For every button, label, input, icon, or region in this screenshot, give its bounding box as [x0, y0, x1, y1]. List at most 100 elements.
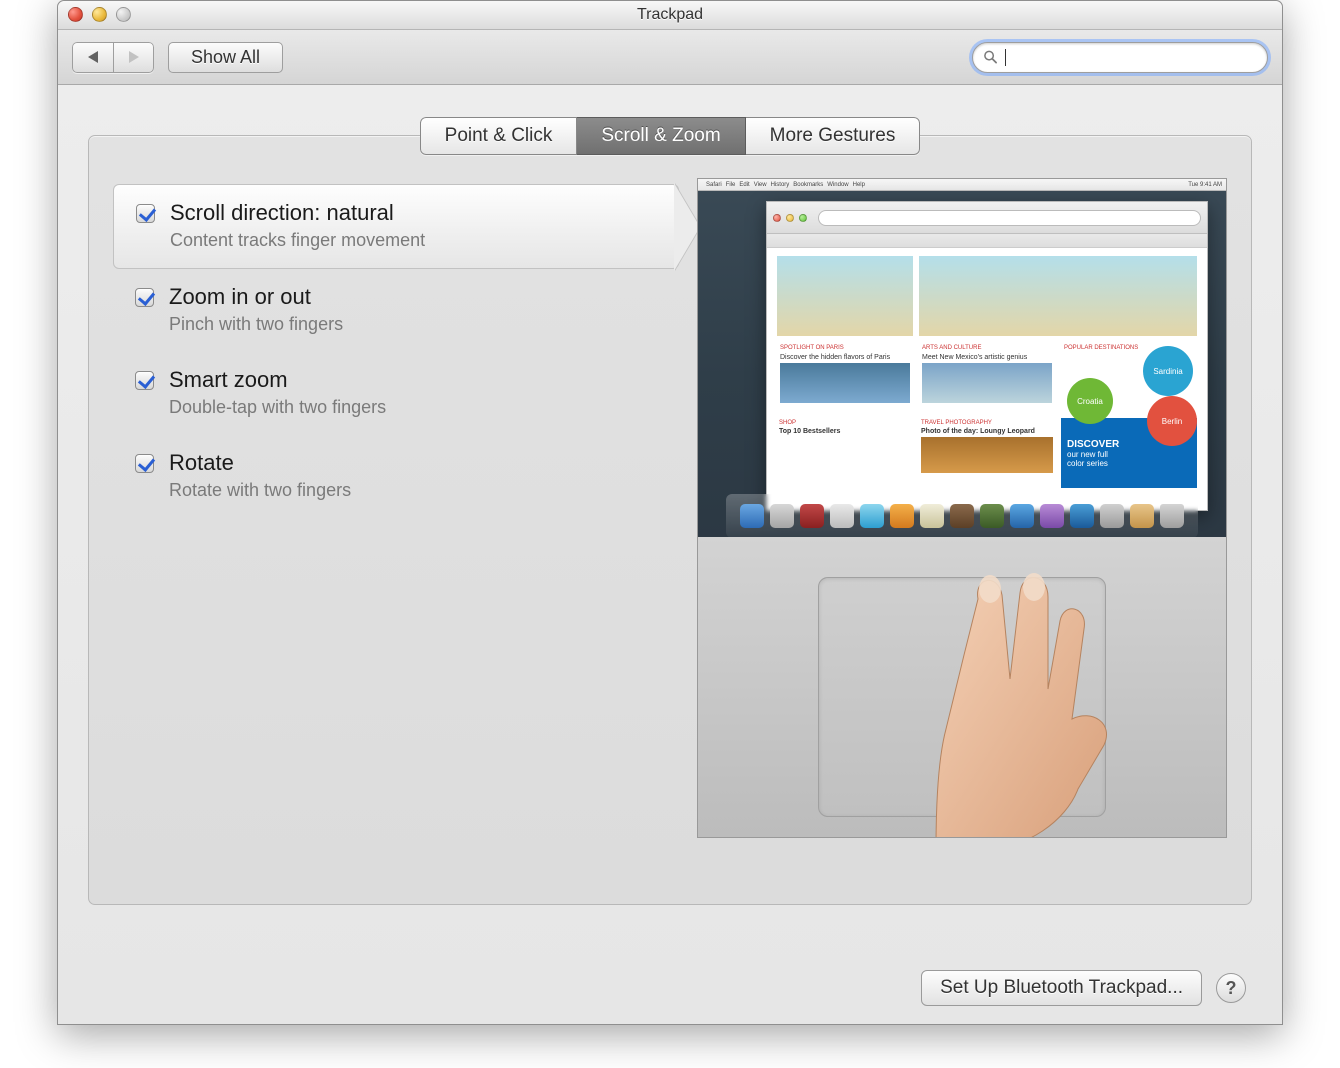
tile-title: Discover the hidden flavors of Paris [777, 354, 913, 361]
menu-item: Edit [739, 182, 749, 188]
menu-item: Help [853, 182, 865, 188]
back-button[interactable] [72, 42, 113, 73]
menu-item: Safari [706, 182, 722, 188]
popular-destinations: POPULAR DESTINATIONS Sardinia Croatia Be… [1061, 342, 1197, 412]
tab-seg: Point & Click Scroll & Zoom More Gesture… [420, 117, 921, 155]
kicker: SHOP [777, 418, 913, 428]
window-title: Trackpad [637, 6, 703, 24]
option-subtitle: Double-tap with two fingers [169, 397, 386, 418]
settings-panel: Scroll direction: natural Content tracks… [88, 135, 1252, 905]
forward-button[interactable] [113, 42, 154, 73]
bubble-berlin: Berlin [1147, 396, 1197, 446]
tabbar: Point & Click Scroll & Zoom More Gesture… [88, 117, 1252, 155]
option-rotate[interactable]: Rotate Rotate with two fingers [113, 435, 679, 518]
options-list: Scroll direction: natural Content tracks… [113, 178, 679, 880]
preview-hand-icon [916, 559, 1136, 838]
menu-item: History [771, 182, 790, 188]
dock-icon [920, 504, 944, 528]
minimize-window-button[interactable] [92, 7, 107, 22]
hero-image [777, 256, 913, 336]
option-title: Smart zoom [169, 367, 386, 393]
option-text: Zoom in or out Pinch with two fingers [169, 284, 343, 335]
toolbar: Show All [58, 30, 1282, 85]
preview-web-content: SPOTLIGHT ON PARIS Discover the hidden f… [767, 248, 1207, 510]
dock-icon [770, 504, 794, 528]
close-window-button[interactable] [68, 7, 83, 22]
section-newmexico: ARTS AND CULTURE Meet New Mexico's artis… [919, 342, 1055, 412]
preview-browser-window: SPOTLIGHT ON PARIS Discover the hidden f… [766, 201, 1208, 511]
option-zoom[interactable]: Zoom in or out Pinch with two fingers [113, 269, 679, 352]
checkbox-scroll-direction[interactable] [136, 204, 155, 223]
body: Point & Click Scroll & Zoom More Gesture… [58, 85, 1282, 1024]
tile-title: Photo of the day: Loungy Leopard [919, 428, 1055, 435]
preview-dock [726, 494, 1198, 538]
option-smart-zoom[interactable]: Smart zoom Double-tap with two fingers [113, 352, 679, 435]
dock-icon [860, 504, 884, 528]
dock-icon [1040, 504, 1064, 528]
tab-point-and-click[interactable]: Point & Click [420, 117, 578, 155]
tile-image [921, 437, 1053, 473]
dock-icon [950, 504, 974, 528]
titlebar: Trackpad [58, 1, 1282, 30]
checkbox-zoom[interactable] [135, 288, 154, 307]
tile-title: Top 10 Bestsellers [777, 428, 913, 435]
tab-more-gestures[interactable]: More Gestures [746, 117, 921, 155]
option-scroll-direction[interactable]: Scroll direction: natural Content tracks… [113, 184, 679, 269]
back-arrow-icon [88, 51, 98, 63]
option-text: Scroll direction: natural Content tracks… [170, 200, 425, 251]
option-text: Rotate Rotate with two fingers [169, 450, 351, 501]
dock-icon [1130, 504, 1154, 528]
menubar-clock: Tue 9:41 AM [1188, 182, 1222, 188]
tile-title: Meet New Mexico's artistic genius [919, 354, 1055, 361]
window-controls [68, 7, 131, 22]
kicker: TRAVEL PHOTOGRAPHY [919, 418, 1055, 428]
help-button[interactable]: ? [1216, 973, 1246, 1003]
checkbox-rotate[interactable] [135, 454, 154, 473]
kicker: SPOTLIGHT ON PARIS [777, 342, 913, 354]
bookmark-bar [767, 234, 1207, 248]
dock-icon [890, 504, 914, 528]
show-all-button[interactable]: Show All [168, 42, 283, 73]
discover-line: our new full [1067, 450, 1191, 459]
address-bar [818, 210, 1201, 226]
hero-image [919, 256, 1197, 336]
tab-scroll-and-zoom[interactable]: Scroll & Zoom [577, 117, 745, 155]
checkbox-smart-zoom[interactable] [135, 371, 154, 390]
dock-trash-icon [1160, 504, 1184, 528]
menu-item: File [726, 182, 736, 188]
option-text: Smart zoom Double-tap with two fingers [169, 367, 386, 418]
dock-icon [1010, 504, 1034, 528]
option-subtitle: Rotate with two fingers [169, 480, 351, 501]
photo-section: TRAVEL PHOTOGRAPHY Photo of the day: Lou… [919, 418, 1055, 488]
kicker: ARTS AND CULTURE [919, 342, 1055, 354]
bubble-sardinia: Sardinia [1143, 346, 1193, 396]
bubble-croatia: Croatia [1067, 378, 1113, 424]
tile-image [780, 363, 910, 403]
search-input[interactable] [972, 42, 1268, 73]
option-title: Zoom in or out [169, 284, 343, 310]
menu-item: Window [827, 182, 848, 188]
dock-icon [980, 504, 1004, 528]
zoom-window-button[interactable] [116, 7, 131, 22]
menu-item: Bookmarks [793, 182, 823, 188]
shop-section: SHOP Top 10 Bestsellers [777, 418, 913, 488]
text-cursor [1005, 49, 1006, 66]
forward-arrow-icon [129, 51, 139, 63]
setup-bluetooth-button[interactable]: Set Up Bluetooth Trackpad... [921, 970, 1202, 1006]
dock-icon [1070, 504, 1094, 528]
preferences-window: Trackpad Show All Point & Click Scroll & [57, 0, 1283, 1025]
zoom-icon [799, 214, 807, 222]
option-subtitle: Content tracks finger movement [170, 230, 425, 251]
dock-icon [740, 504, 764, 528]
minimize-icon [786, 214, 794, 222]
menu-item: View [754, 182, 767, 188]
dock-icon [1100, 504, 1124, 528]
dock-icon [800, 504, 824, 528]
tile-image [922, 363, 1052, 403]
discover-line: color series [1067, 459, 1191, 468]
section-paris: SPOTLIGHT ON PARIS Discover the hidden f… [777, 342, 913, 412]
preview-menubar: Safari File Edit View History Bookmarks … [698, 179, 1226, 191]
option-title: Scroll direction: natural [170, 200, 425, 226]
search-wrap [972, 42, 1268, 73]
close-icon [773, 214, 781, 222]
